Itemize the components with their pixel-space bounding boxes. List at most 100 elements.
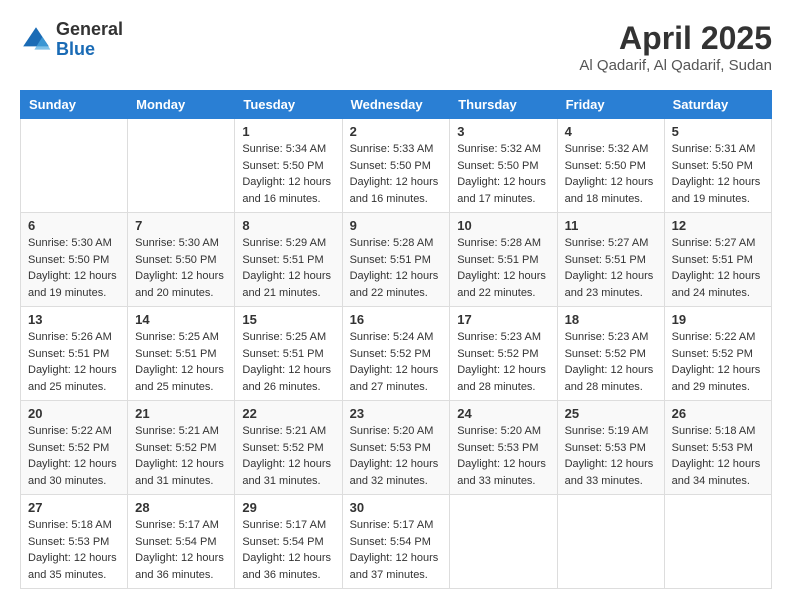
day-info: Sunrise: 5:27 AM Sunset: 5:51 PM Dayligh… [672, 235, 764, 301]
sunrise-label: Sunrise: 5:21 AM [135, 425, 219, 437]
calendar-cell: 22 Sunrise: 5:21 AM Sunset: 5:52 PM Dayl… [235, 401, 342, 495]
sunrise-label: Sunrise: 5:17 AM [350, 519, 434, 531]
logo-blue: Blue [56, 40, 123, 60]
sunset-label: Sunset: 5:50 PM [457, 160, 538, 172]
day-number: 30 [350, 500, 443, 515]
sunset-label: Sunset: 5:52 PM [350, 348, 431, 360]
sunset-label: Sunset: 5:52 PM [242, 442, 323, 454]
day-number: 24 [457, 406, 549, 421]
daylight-label: Daylight: 12 hours and 17 minutes. [457, 176, 546, 205]
day-number: 1 [242, 124, 334, 139]
daylight-label: Daylight: 12 hours and 16 minutes. [242, 176, 331, 205]
day-number: 5 [672, 124, 764, 139]
title-area: April 2025 Al Qadarif, Al Qadarif, Sudan [579, 20, 772, 74]
day-info: Sunrise: 5:17 AM Sunset: 5:54 PM Dayligh… [135, 517, 227, 583]
logo-general: General [56, 20, 123, 40]
day-info: Sunrise: 5:32 AM Sunset: 5:50 PM Dayligh… [457, 141, 549, 207]
sunset-label: Sunset: 5:51 PM [672, 254, 753, 266]
day-info: Sunrise: 5:30 AM Sunset: 5:50 PM Dayligh… [135, 235, 227, 301]
month-title: April 2025 [579, 20, 772, 57]
calendar-cell: 10 Sunrise: 5:28 AM Sunset: 5:51 PM Dayl… [450, 213, 557, 307]
day-number: 18 [565, 312, 657, 327]
calendar-week-row: 1 Sunrise: 5:34 AM Sunset: 5:50 PM Dayli… [21, 119, 772, 213]
daylight-label: Daylight: 12 hours and 30 minutes. [28, 458, 117, 487]
calendar-cell: 3 Sunrise: 5:32 AM Sunset: 5:50 PM Dayli… [450, 119, 557, 213]
sunset-label: Sunset: 5:52 PM [28, 442, 109, 454]
sunrise-label: Sunrise: 5:17 AM [135, 519, 219, 531]
sunrise-label: Sunrise: 5:23 AM [457, 331, 541, 343]
weekday-header: Thursday [450, 91, 557, 119]
daylight-label: Daylight: 12 hours and 19 minutes. [28, 270, 117, 299]
daylight-label: Daylight: 12 hours and 31 minutes. [242, 458, 331, 487]
daylight-label: Daylight: 12 hours and 27 minutes. [350, 364, 439, 393]
daylight-label: Daylight: 12 hours and 19 minutes. [672, 176, 761, 205]
day-number: 16 [350, 312, 443, 327]
calendar-cell: 29 Sunrise: 5:17 AM Sunset: 5:54 PM Dayl… [235, 495, 342, 589]
daylight-label: Daylight: 12 hours and 23 minutes. [565, 270, 654, 299]
daylight-label: Daylight: 12 hours and 35 minutes. [28, 552, 117, 581]
sunrise-label: Sunrise: 5:22 AM [28, 425, 112, 437]
calendar-cell: 2 Sunrise: 5:33 AM Sunset: 5:50 PM Dayli… [342, 119, 450, 213]
sunrise-label: Sunrise: 5:30 AM [28, 237, 112, 249]
sunrise-label: Sunrise: 5:20 AM [350, 425, 434, 437]
weekday-header: Friday [557, 91, 664, 119]
day-info: Sunrise: 5:24 AM Sunset: 5:52 PM Dayligh… [350, 329, 443, 395]
sunrise-label: Sunrise: 5:17 AM [242, 519, 326, 531]
sunrise-label: Sunrise: 5:29 AM [242, 237, 326, 249]
weekday-header: Wednesday [342, 91, 450, 119]
daylight-label: Daylight: 12 hours and 22 minutes. [350, 270, 439, 299]
daylight-label: Daylight: 12 hours and 33 minutes. [457, 458, 546, 487]
day-info: Sunrise: 5:20 AM Sunset: 5:53 PM Dayligh… [350, 423, 443, 489]
day-number: 10 [457, 218, 549, 233]
daylight-label: Daylight: 12 hours and 32 minutes. [350, 458, 439, 487]
day-number: 8 [242, 218, 334, 233]
sunrise-label: Sunrise: 5:34 AM [242, 143, 326, 155]
calendar-cell: 7 Sunrise: 5:30 AM Sunset: 5:50 PM Dayli… [128, 213, 235, 307]
calendar-cell: 16 Sunrise: 5:24 AM Sunset: 5:52 PM Dayl… [342, 307, 450, 401]
weekday-header: Saturday [664, 91, 771, 119]
daylight-label: Daylight: 12 hours and 31 minutes. [135, 458, 224, 487]
daylight-label: Daylight: 12 hours and 24 minutes. [672, 270, 761, 299]
calendar-cell [664, 495, 771, 589]
sunrise-label: Sunrise: 5:28 AM [457, 237, 541, 249]
calendar-cell: 12 Sunrise: 5:27 AM Sunset: 5:51 PM Dayl… [664, 213, 771, 307]
sunrise-label: Sunrise: 5:23 AM [565, 331, 649, 343]
day-info: Sunrise: 5:21 AM Sunset: 5:52 PM Dayligh… [135, 423, 227, 489]
daylight-label: Daylight: 12 hours and 22 minutes. [457, 270, 546, 299]
daylight-label: Daylight: 12 hours and 25 minutes. [135, 364, 224, 393]
sunrise-label: Sunrise: 5:32 AM [565, 143, 649, 155]
day-number: 4 [565, 124, 657, 139]
daylight-label: Daylight: 12 hours and 25 minutes. [28, 364, 117, 393]
day-info: Sunrise: 5:25 AM Sunset: 5:51 PM Dayligh… [242, 329, 334, 395]
calendar-cell: 11 Sunrise: 5:27 AM Sunset: 5:51 PM Dayl… [557, 213, 664, 307]
daylight-label: Daylight: 12 hours and 16 minutes. [350, 176, 439, 205]
calendar-cell: 17 Sunrise: 5:23 AM Sunset: 5:52 PM Dayl… [450, 307, 557, 401]
sunrise-label: Sunrise: 5:28 AM [350, 237, 434, 249]
day-number: 2 [350, 124, 443, 139]
day-info: Sunrise: 5:19 AM Sunset: 5:53 PM Dayligh… [565, 423, 657, 489]
sunrise-label: Sunrise: 5:19 AM [565, 425, 649, 437]
sunset-label: Sunset: 5:54 PM [135, 536, 216, 548]
day-number: 7 [135, 218, 227, 233]
day-info: Sunrise: 5:17 AM Sunset: 5:54 PM Dayligh… [242, 517, 334, 583]
calendar-cell: 14 Sunrise: 5:25 AM Sunset: 5:51 PM Dayl… [128, 307, 235, 401]
calendar-cell: 6 Sunrise: 5:30 AM Sunset: 5:50 PM Dayli… [21, 213, 128, 307]
sunrise-label: Sunrise: 5:24 AM [350, 331, 434, 343]
sunset-label: Sunset: 5:51 PM [242, 254, 323, 266]
daylight-label: Daylight: 12 hours and 21 minutes. [242, 270, 331, 299]
day-number: 22 [242, 406, 334, 421]
day-info: Sunrise: 5:26 AM Sunset: 5:51 PM Dayligh… [28, 329, 120, 395]
calendar-cell: 24 Sunrise: 5:20 AM Sunset: 5:53 PM Dayl… [450, 401, 557, 495]
day-info: Sunrise: 5:34 AM Sunset: 5:50 PM Dayligh… [242, 141, 334, 207]
day-number: 13 [28, 312, 120, 327]
weekday-header: Tuesday [235, 91, 342, 119]
location-title: Al Qadarif, Al Qadarif, Sudan [579, 57, 772, 74]
daylight-label: Daylight: 12 hours and 18 minutes. [565, 176, 654, 205]
day-number: 12 [672, 218, 764, 233]
day-info: Sunrise: 5:25 AM Sunset: 5:51 PM Dayligh… [135, 329, 227, 395]
sunrise-label: Sunrise: 5:30 AM [135, 237, 219, 249]
day-info: Sunrise: 5:30 AM Sunset: 5:50 PM Dayligh… [28, 235, 120, 301]
sunset-label: Sunset: 5:52 PM [672, 348, 753, 360]
day-info: Sunrise: 5:31 AM Sunset: 5:50 PM Dayligh… [672, 141, 764, 207]
calendar-cell: 20 Sunrise: 5:22 AM Sunset: 5:52 PM Dayl… [21, 401, 128, 495]
